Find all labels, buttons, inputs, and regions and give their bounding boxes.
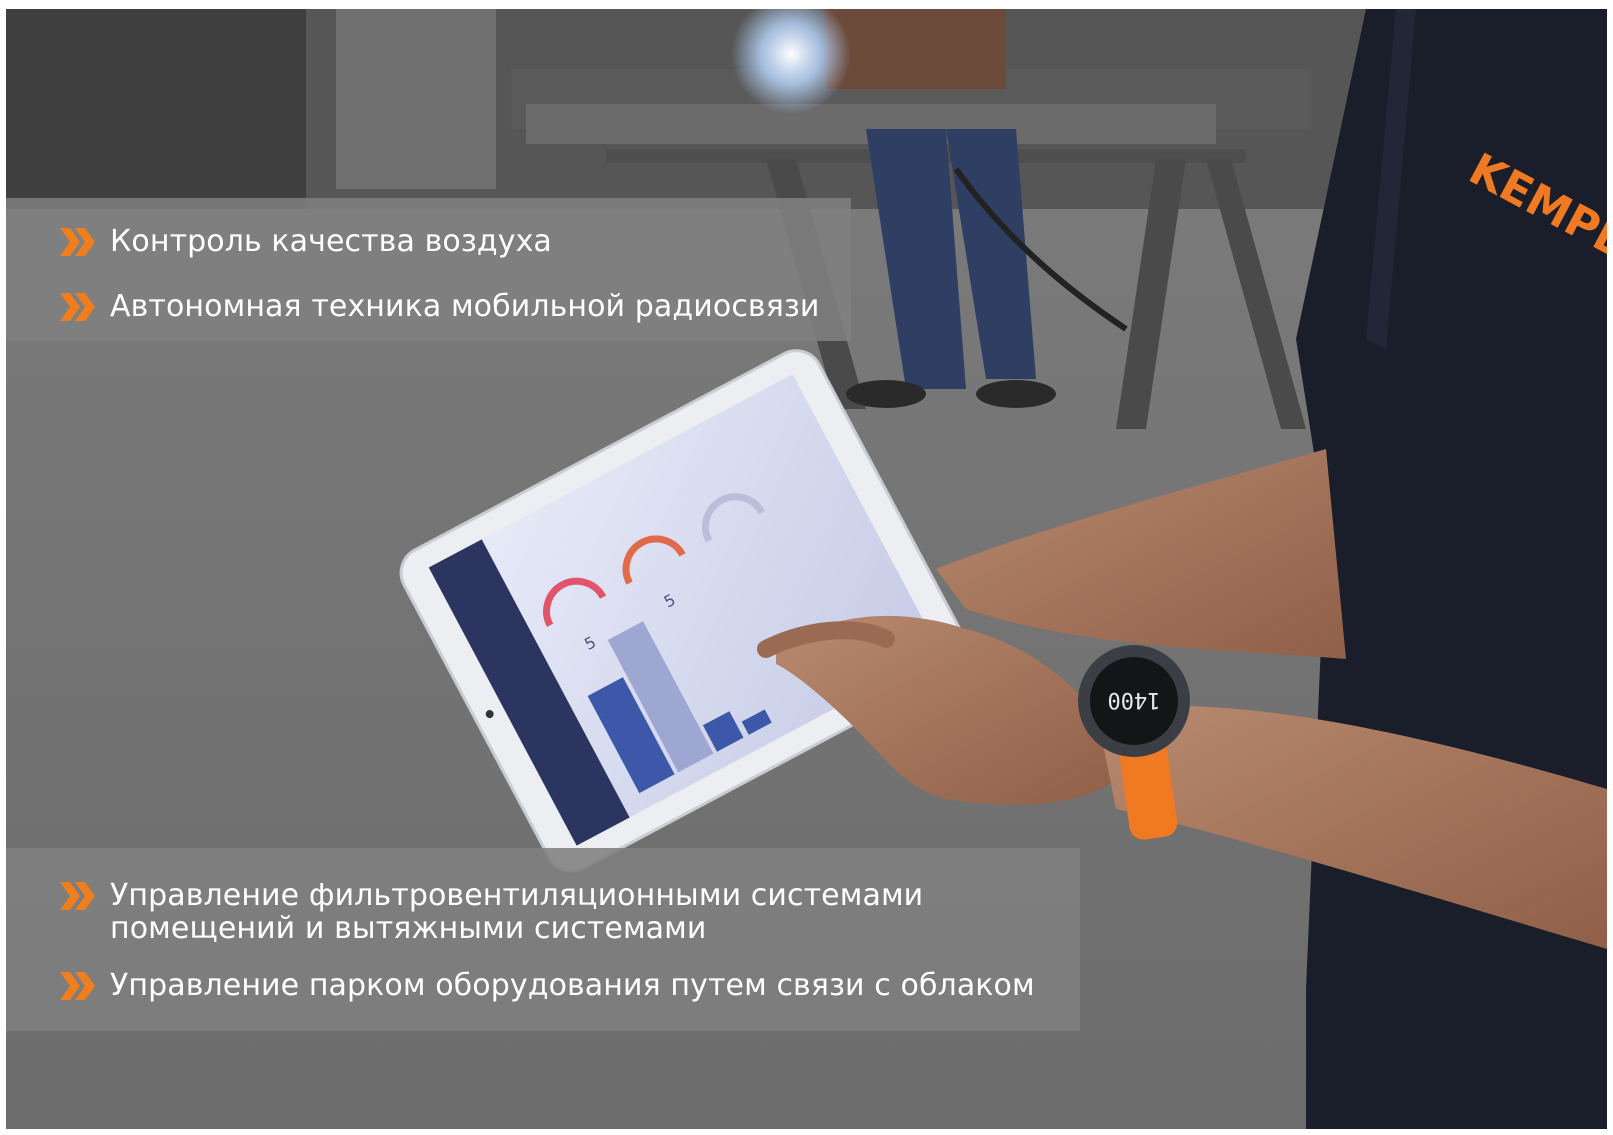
photo-frame: 5 5 1400 KEMPER Контроль качества воздух… — [6, 9, 1607, 1129]
double-chevron-icon — [60, 972, 95, 1000]
feature-text: Управление парком оборудования путем свя… — [110, 968, 1035, 1003]
double-chevron-icon — [60, 293, 95, 321]
feature-item-cloud: Управление парком оборудования путем свя… — [58, 969, 1035, 1003]
svg-text:1400: 1400 — [1108, 687, 1161, 712]
feature-text: Контроль качества воздуха — [110, 224, 552, 259]
feature-item-radio: Автономная техника мобильной радиосвязи — [58, 290, 820, 324]
feature-text: Автономная техника мобильной радиосвязи — [110, 289, 820, 324]
double-chevron-icon — [60, 228, 95, 256]
feature-item-ventilation: Управление фильтровентиляционными систем… — [58, 879, 1058, 945]
feature-text: Управление фильтровентиляционными систем… — [110, 878, 924, 946]
feature-item-air-quality: Контроль качества воздуха — [58, 225, 552, 259]
double-chevron-icon — [60, 882, 95, 910]
